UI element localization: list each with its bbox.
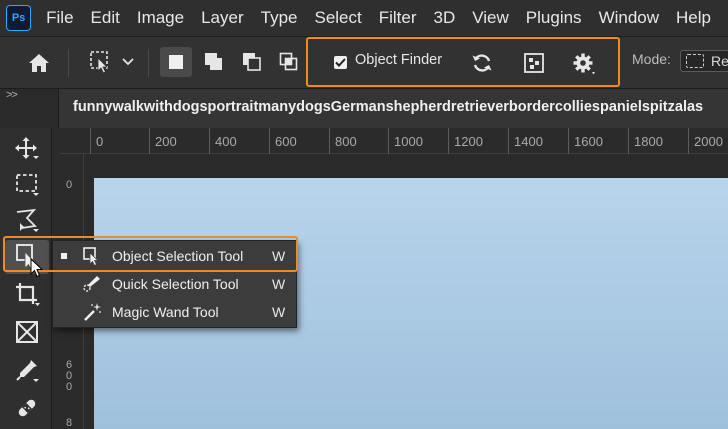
refresh-icon[interactable] bbox=[466, 49, 498, 77]
ruler-corner bbox=[52, 128, 60, 154]
flyout-item-quick-selection[interactable]: Quick Selection Tool W bbox=[53, 271, 296, 297]
document-title: funnywalkwithdogsportraitmanydogsGermans… bbox=[73, 99, 704, 115]
ruler-label: 800 bbox=[335, 134, 357, 149]
ruler-label: 0 bbox=[66, 381, 73, 393]
menu-image[interactable]: Image bbox=[137, 8, 184, 28]
active-bullet-icon bbox=[61, 253, 67, 259]
collapse-panels-icon[interactable]: >> bbox=[6, 89, 18, 101]
ruler-label: 1000 bbox=[394, 134, 423, 149]
show-all-objects-icon[interactable] bbox=[518, 49, 550, 77]
ruler-label: 0 bbox=[96, 134, 104, 149]
home-icon[interactable] bbox=[22, 49, 56, 77]
menu-help[interactable]: Help bbox=[676, 8, 711, 28]
photoshop-logo[interactable]: Ps bbox=[6, 5, 32, 31]
menu-bar: Ps File Edit Image Layer Type Select Fil… bbox=[0, 0, 728, 36]
ruler-tick bbox=[329, 128, 330, 154]
rectangle-mode-icon bbox=[686, 54, 704, 68]
ruler-tick bbox=[149, 128, 150, 154]
chevron-down-icon[interactable] bbox=[119, 51, 137, 73]
ruler-tick bbox=[269, 128, 270, 154]
ruler-label: 2000 bbox=[694, 134, 723, 149]
menu-type[interactable]: Type bbox=[261, 8, 298, 28]
flyout-item-label: Quick Selection Tool bbox=[112, 276, 239, 292]
ruler-label: 1600 bbox=[574, 134, 603, 149]
menu-plugins[interactable]: Plugins bbox=[526, 8, 582, 28]
tool-preset-icon[interactable] bbox=[84, 47, 118, 77]
ruler-tick bbox=[508, 128, 509, 154]
object-finder-label[interactable]: Object Finder bbox=[355, 52, 442, 68]
menu-edit[interactable]: Edit bbox=[91, 8, 120, 28]
ruler-tick bbox=[388, 128, 389, 154]
ruler-label: 0 bbox=[66, 179, 73, 191]
new-selection-icon[interactable] bbox=[160, 47, 192, 77]
flyout-item-label: Magic Wand Tool bbox=[112, 304, 219, 320]
object-finder-checkbox[interactable] bbox=[333, 55, 348, 70]
separator bbox=[68, 49, 69, 77]
flyout-item-label: Object Selection Tool bbox=[112, 248, 244, 264]
mouse-cursor-icon bbox=[30, 257, 44, 278]
menu-view[interactable]: View bbox=[472, 8, 509, 28]
flyout-item-shortcut: W bbox=[272, 304, 286, 320]
eyedropper-tool-icon[interactable] bbox=[8, 354, 46, 386]
flyout-item-magic-wand[interactable]: Magic Wand Tool W bbox=[53, 299, 296, 325]
flyout-item-shortcut: W bbox=[272, 276, 286, 292]
ruler-label: 1400 bbox=[514, 134, 543, 149]
add-to-selection-icon[interactable] bbox=[198, 47, 230, 77]
move-tool-icon[interactable] bbox=[8, 132, 46, 164]
menu-window[interactable]: Window bbox=[599, 8, 659, 28]
options-bar: Object Finder Mode: Re bbox=[0, 36, 728, 88]
lasso-tool-icon[interactable] bbox=[8, 204, 46, 236]
ruler-label: 600 bbox=[275, 134, 297, 149]
intersect-selection-icon[interactable] bbox=[273, 47, 305, 77]
menu-file[interactable]: File bbox=[46, 8, 73, 28]
rectangular-marquee-tool-icon[interactable] bbox=[8, 168, 46, 200]
crop-tool-icon[interactable] bbox=[8, 278, 46, 310]
ruler-label: 8 bbox=[66, 417, 73, 429]
healing-brush-tool-icon[interactable] bbox=[8, 392, 46, 424]
mode-label: Mode: bbox=[632, 51, 671, 67]
frame-tool-icon[interactable] bbox=[8, 316, 46, 348]
ruler-label: 1200 bbox=[454, 134, 483, 149]
ruler-label: 400 bbox=[215, 134, 237, 149]
selection-tools-flyout: Object Selection Tool W Quick Selection … bbox=[52, 240, 297, 328]
magic-wand-icon bbox=[81, 302, 103, 322]
ruler-tick bbox=[209, 128, 210, 154]
ruler-tick bbox=[448, 128, 449, 154]
menu-filter[interactable]: Filter bbox=[379, 8, 417, 28]
flyout-item-object-selection[interactable]: Object Selection Tool W bbox=[53, 243, 296, 269]
ruler-tick bbox=[628, 128, 629, 154]
separator bbox=[148, 49, 149, 77]
tools-panel bbox=[0, 128, 52, 429]
quick-selection-icon bbox=[81, 274, 103, 294]
gear-icon[interactable] bbox=[568, 49, 600, 79]
mode-dropdown[interactable]: Re bbox=[680, 50, 728, 72]
ruler-horizontal: 0 200 400 600 800 1000 1200 1400 1600 18… bbox=[60, 128, 728, 154]
menu-3d[interactable]: 3D bbox=[434, 8, 456, 28]
ruler-label: 1800 bbox=[634, 134, 663, 149]
ruler-label: 200 bbox=[155, 134, 177, 149]
menu-layer[interactable]: Layer bbox=[201, 8, 244, 28]
ruler-tick bbox=[688, 128, 689, 154]
ruler-tick bbox=[568, 128, 569, 154]
subtract-from-selection-icon[interactable] bbox=[236, 47, 268, 77]
flyout-item-shortcut: W bbox=[272, 248, 286, 264]
document-tab-bar: >> funnywalkwithdogsportraitmanydogsGerm… bbox=[0, 88, 728, 129]
object-selection-icon bbox=[81, 246, 103, 266]
check-icon bbox=[334, 56, 347, 69]
ruler-tick bbox=[90, 128, 91, 154]
menu-select[interactable]: Select bbox=[314, 8, 361, 28]
mode-value: Re bbox=[711, 53, 728, 69]
document-tab[interactable]: funnywalkwithdogsportraitmanydogsGermans… bbox=[58, 89, 728, 129]
